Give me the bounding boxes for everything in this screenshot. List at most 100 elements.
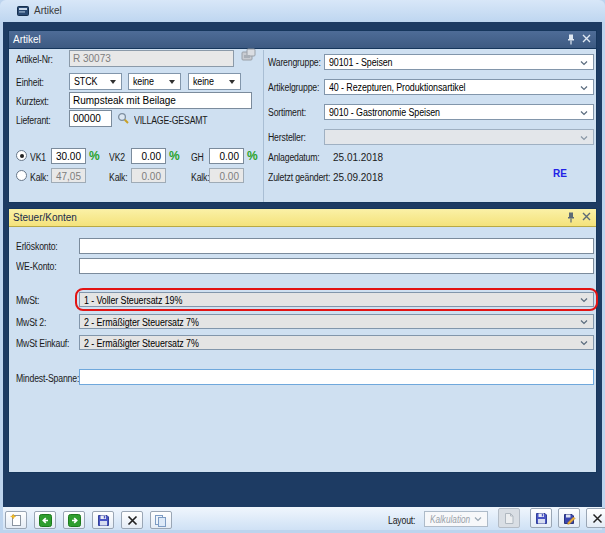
kurztext-label: Kurztext: bbox=[16, 96, 49, 107]
kalk2-field: 0.00 bbox=[131, 168, 166, 183]
warengruppe-label: Warengruppe: bbox=[268, 57, 321, 68]
dropdown-arrow-icon bbox=[110, 80, 116, 84]
delete-x-icon bbox=[126, 514, 139, 527]
delete-record-button[interactable] bbox=[121, 511, 143, 529]
panel-steuer-title: Steuer/Konten bbox=[13, 212, 77, 223]
panel-steuer-header: Steuer/Konten bbox=[9, 209, 596, 227]
vk2-label: VK2 bbox=[109, 152, 125, 163]
panel-artikel: Artikel Artikel-Nr: R 30073 Einheit: STC… bbox=[8, 30, 597, 203]
edit-layout-button[interactable] bbox=[558, 508, 580, 528]
zuletzt-geaendert-label: Zuletzt geändert: bbox=[268, 172, 330, 183]
page-icon bbox=[503, 512, 515, 525]
close-x-icon bbox=[591, 512, 604, 525]
window-title: Artikel bbox=[34, 5, 62, 16]
mwst2-label: MwSt 2: bbox=[16, 317, 46, 328]
arrow-left-icon bbox=[39, 514, 52, 527]
vk2-field[interactable]: 0.00 bbox=[131, 148, 166, 164]
chevron-down-icon bbox=[474, 515, 482, 523]
artikel-nr-field: R 30073 bbox=[69, 50, 234, 67]
article-card-icon[interactable] bbox=[241, 48, 257, 62]
close-layout-button[interactable] bbox=[586, 508, 605, 528]
hersteller-label: Hersteller: bbox=[268, 132, 306, 143]
kalk3-field: 0.00 bbox=[209, 168, 244, 183]
mwst-combo[interactable]: 1 - Voller Steuersatz 19% bbox=[79, 292, 594, 307]
save-edit-icon bbox=[563, 512, 576, 525]
gh-label: GH bbox=[191, 152, 204, 163]
chevron-down-icon bbox=[580, 59, 588, 67]
chevron-down-icon bbox=[580, 296, 588, 304]
anlagedatum-value: 25.01.2018 bbox=[333, 152, 383, 163]
we-konto-field[interactable] bbox=[79, 258, 594, 274]
mindest-spanne-label: Mindest-Spanne: bbox=[16, 373, 79, 384]
kalk2-label: Kalk: bbox=[109, 172, 127, 183]
mwst-einkauf-label: MwSt Einkauf: bbox=[16, 338, 69, 349]
save-record-button[interactable] bbox=[92, 511, 114, 529]
lieferant-label: Lieferant: bbox=[16, 115, 51, 126]
copy-record-button[interactable] bbox=[150, 511, 172, 529]
app-icon bbox=[17, 5, 31, 17]
layout-label: Layout: bbox=[388, 515, 415, 526]
arrow-right-icon bbox=[68, 514, 81, 527]
erloeskonto-label: Erlöskonto: bbox=[16, 241, 58, 252]
save-layout-button[interactable] bbox=[530, 508, 552, 528]
mindest-spanne-field[interactable] bbox=[79, 369, 594, 385]
close-panel-icon[interactable] bbox=[582, 212, 591, 223]
window-titlebar[interactable]: Artikel bbox=[0, 0, 605, 22]
erloeskonto-field[interactable] bbox=[79, 238, 594, 254]
artikelgruppe-combo[interactable]: 40 - Rezepturen, Produktionsartikel bbox=[324, 79, 594, 95]
window-artikel: Artikel Artikel Artikel-Nr: R 30073 Einh… bbox=[0, 0, 605, 533]
save-icon bbox=[535, 512, 548, 525]
close-panel-icon[interactable] bbox=[582, 34, 591, 45]
next-record-button[interactable] bbox=[63, 511, 85, 529]
panel-artikel-header: Artikel bbox=[9, 31, 596, 49]
einheit-label: Einheit: bbox=[16, 77, 44, 88]
percent-icon[interactable]: % bbox=[247, 149, 258, 163]
mwst-einkauf-combo[interactable]: 2 - Ermäßigter Steuersatz 7% bbox=[79, 335, 594, 350]
kurztext-field[interactable]: Rumpsteak mit Beilage bbox=[69, 92, 252, 109]
kalk3-label: Kalk: bbox=[191, 172, 209, 183]
percent-icon[interactable]: % bbox=[169, 149, 180, 163]
we-konto-label: WE-Konto: bbox=[16, 261, 57, 272]
mwst2-combo[interactable]: 2 - Ermäßigter Steuersatz 7% bbox=[79, 314, 594, 329]
lieferant-field[interactable]: 00000 bbox=[69, 110, 112, 127]
warengruppe-combo[interactable]: 90101 - Speisen bbox=[324, 54, 594, 70]
chevron-down-icon bbox=[580, 318, 588, 326]
layout-combo[interactable]: Kalkulation bbox=[424, 511, 488, 527]
dropdown-arrow-icon bbox=[169, 80, 175, 84]
hersteller-combo[interactable] bbox=[324, 129, 594, 145]
panel-divider bbox=[263, 50, 264, 202]
artikelgruppe-label: Artikelgruppe: bbox=[268, 82, 319, 93]
prev-record-button[interactable] bbox=[34, 511, 56, 529]
kalk1-field: 47,05 bbox=[51, 168, 86, 183]
lieferant-name: VILLAGE-GESAMT bbox=[134, 115, 207, 126]
bottom-toolbar: Layout: Kalkulation bbox=[3, 507, 602, 530]
pin-icon[interactable] bbox=[567, 34, 575, 45]
einheit-combo-2[interactable]: keine bbox=[128, 73, 181, 90]
gh-field[interactable]: 0.00 bbox=[209, 148, 244, 164]
vk1-field[interactable]: 30.00 bbox=[51, 148, 86, 164]
anlagedatum-label: Anlagedatum: bbox=[268, 152, 320, 163]
new-record-button[interactable] bbox=[5, 511, 27, 529]
panel-artikel-title: Artikel bbox=[13, 34, 41, 45]
mwst-label: MwSt: bbox=[16, 295, 39, 306]
sortiment-combo[interactable]: 9010 - Gastronomie Speisen bbox=[324, 104, 594, 120]
panel-steuer-konten: Steuer/Konten Erlöskonto: WE-Konto: MwSt… bbox=[8, 208, 597, 473]
pin-icon[interactable] bbox=[567, 212, 575, 223]
zuletzt-geaendert-value: 25.09.2018 bbox=[333, 172, 383, 183]
chevron-down-icon bbox=[580, 109, 588, 117]
chevron-down-icon bbox=[580, 339, 588, 347]
vk1-radio[interactable] bbox=[16, 150, 27, 161]
sortiment-label: Sortiment: bbox=[268, 107, 306, 118]
chevron-down-icon bbox=[580, 134, 588, 142]
percent-icon[interactable]: % bbox=[89, 149, 100, 163]
kalk1-label: Kalk: bbox=[30, 172, 48, 183]
artikel-nr-label: Artikel-Nr: bbox=[16, 54, 53, 65]
new-layout-button bbox=[498, 508, 520, 528]
search-icon[interactable] bbox=[117, 112, 130, 125]
dropdown-arrow-icon bbox=[229, 80, 235, 84]
kalk-radio[interactable] bbox=[16, 170, 27, 181]
vk1-label: VK1 bbox=[30, 152, 46, 163]
chevron-down-icon bbox=[580, 84, 588, 92]
einheit-combo-1[interactable]: STCK bbox=[69, 73, 122, 90]
einheit-combo-3[interactable]: keine bbox=[188, 73, 241, 90]
